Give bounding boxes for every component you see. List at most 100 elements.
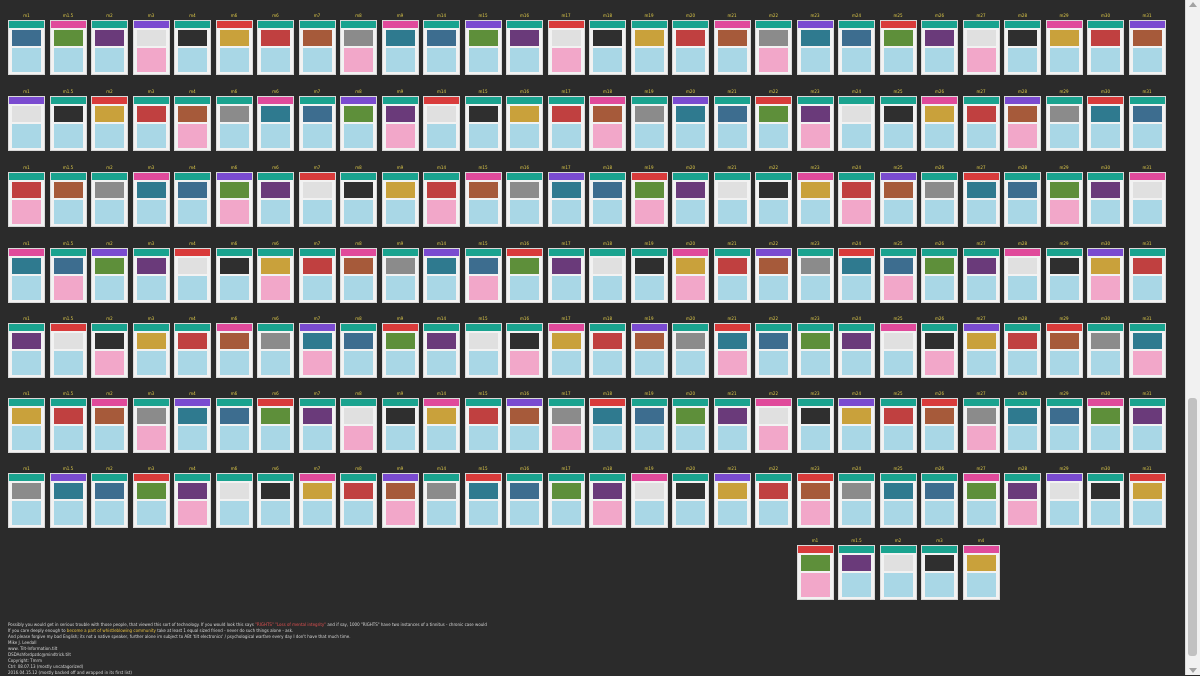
- info-card[interactable]: [8, 398, 45, 453]
- info-card[interactable]: [1004, 20, 1041, 75]
- info-card[interactable]: [630, 398, 668, 453]
- info-card[interactable]: [340, 172, 377, 227]
- info-card[interactable]: [1004, 172, 1041, 227]
- info-card[interactable]: [174, 248, 211, 303]
- info-card[interactable]: [298, 398, 336, 453]
- info-card[interactable]: [49, 398, 87, 453]
- info-card[interactable]: [49, 172, 87, 227]
- info-card[interactable]: [630, 172, 668, 227]
- info-card[interactable]: [547, 398, 585, 453]
- info-card[interactable]: [298, 248, 336, 303]
- info-card[interactable]: [838, 96, 875, 151]
- info-card[interactable]: [713, 172, 751, 227]
- info-card[interactable]: [132, 323, 170, 378]
- info-card[interactable]: [506, 323, 543, 378]
- info-card[interactable]: [1004, 248, 1041, 303]
- info-card[interactable]: [174, 473, 211, 528]
- info-card[interactable]: [49, 323, 87, 378]
- info-card[interactable]: [1087, 20, 1124, 75]
- info-card[interactable]: [464, 323, 502, 378]
- info-card[interactable]: [1128, 398, 1166, 453]
- info-card[interactable]: [962, 96, 1000, 151]
- info-card[interactable]: [630, 20, 668, 75]
- info-card[interactable]: [506, 172, 543, 227]
- info-card[interactable]: [796, 473, 834, 528]
- info-card[interactable]: [589, 473, 626, 528]
- info-card[interactable]: [381, 20, 419, 75]
- info-card[interactable]: [1045, 20, 1083, 75]
- info-card[interactable]: [1045, 248, 1083, 303]
- info-card[interactable]: [132, 172, 170, 227]
- info-card[interactable]: [298, 473, 336, 528]
- info-card[interactable]: [8, 473, 45, 528]
- info-card[interactable]: [423, 323, 460, 378]
- info-card[interactable]: [91, 96, 128, 151]
- info-card[interactable]: [838, 248, 875, 303]
- info-card[interactable]: [174, 172, 211, 227]
- info-card[interactable]: [1087, 172, 1124, 227]
- info-card[interactable]: [8, 96, 45, 151]
- info-card[interactable]: [1087, 473, 1124, 528]
- info-card[interactable]: [547, 20, 585, 75]
- info-card[interactable]: [755, 473, 792, 528]
- info-card[interactable]: [464, 398, 502, 453]
- info-card[interactable]: [381, 172, 419, 227]
- info-card[interactable]: [1004, 398, 1041, 453]
- info-card[interactable]: [630, 96, 668, 151]
- info-card[interactable]: [423, 96, 460, 151]
- info-card[interactable]: [630, 323, 668, 378]
- info-card[interactable]: [1128, 96, 1166, 151]
- info-card[interactable]: [423, 20, 460, 75]
- info-card[interactable]: [215, 20, 253, 75]
- info-card[interactable]: [174, 398, 211, 453]
- info-card[interactable]: [464, 96, 502, 151]
- info-card[interactable]: [1004, 473, 1041, 528]
- info-card[interactable]: [298, 20, 336, 75]
- info-card[interactable]: [838, 323, 875, 378]
- info-card[interactable]: [921, 545, 958, 600]
- info-card[interactable]: [879, 398, 917, 453]
- info-card[interactable]: [1045, 398, 1083, 453]
- info-card[interactable]: [672, 473, 709, 528]
- info-card[interactable]: [464, 20, 502, 75]
- info-card[interactable]: [589, 172, 626, 227]
- info-card[interactable]: [589, 398, 626, 453]
- info-card[interactable]: [506, 473, 543, 528]
- info-card[interactable]: [1128, 20, 1166, 75]
- info-card[interactable]: [91, 473, 128, 528]
- footer-link[interactable]: become a part of whistleblowing communit…: [67, 628, 156, 633]
- info-card[interactable]: [838, 473, 875, 528]
- info-card[interactable]: [1045, 96, 1083, 151]
- info-card[interactable]: [879, 20, 917, 75]
- info-card[interactable]: [381, 96, 419, 151]
- info-card[interactable]: [340, 248, 377, 303]
- info-card[interactable]: [879, 172, 917, 227]
- info-card[interactable]: [381, 398, 419, 453]
- info-card[interactable]: [589, 323, 626, 378]
- info-card[interactable]: [962, 473, 1000, 528]
- info-card[interactable]: [215, 473, 253, 528]
- info-card[interactable]: [257, 248, 294, 303]
- footer-highlight[interactable]: "RIGHTS" "Loss of mental integrity": [255, 622, 326, 627]
- info-card[interactable]: [755, 248, 792, 303]
- info-card[interactable]: [589, 96, 626, 151]
- info-card[interactable]: [215, 398, 253, 453]
- info-card[interactable]: [713, 398, 751, 453]
- info-card[interactable]: [8, 248, 45, 303]
- info-card[interactable]: [91, 248, 128, 303]
- info-card[interactable]: [838, 172, 875, 227]
- info-card[interactable]: [257, 172, 294, 227]
- info-card[interactable]: [755, 20, 792, 75]
- info-card[interactable]: [879, 96, 917, 151]
- info-card[interactable]: [630, 473, 668, 528]
- info-card[interactable]: [713, 473, 751, 528]
- info-card[interactable]: [91, 172, 128, 227]
- info-card[interactable]: [838, 545, 875, 600]
- info-card[interactable]: [132, 398, 170, 453]
- info-card[interactable]: [921, 172, 958, 227]
- info-card[interactable]: [796, 172, 834, 227]
- info-card[interactable]: [962, 545, 1000, 600]
- info-card[interactable]: [298, 323, 336, 378]
- info-card[interactable]: [1128, 323, 1166, 378]
- info-card[interactable]: [796, 96, 834, 151]
